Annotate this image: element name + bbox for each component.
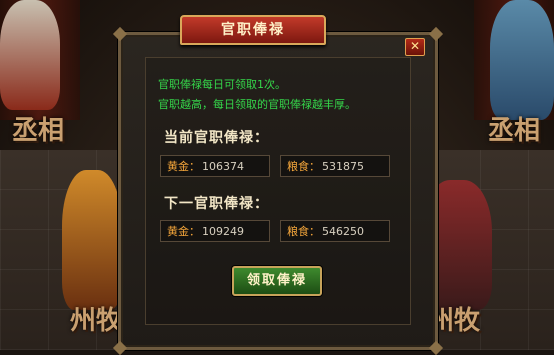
banner-left-text: 丞相	[12, 116, 65, 146]
banner-right-text: 丞相	[488, 116, 541, 146]
current-gold-field: 黄金： 106374	[160, 155, 270, 177]
next-salary-heading: 下一官职俸禄：	[164, 196, 269, 212]
grain-label: 粮食：	[287, 160, 320, 173]
next-grain-value: 546250	[322, 225, 364, 238]
claim-salary-button[interactable]: 领取俸禄	[232, 266, 322, 296]
current-grain-value: 531875	[322, 160, 364, 173]
next-grain-field: 粮食： 546250	[280, 220, 390, 242]
info-line-2: 官职越高，每日领取的官职俸禄越丰厚。	[158, 98, 356, 111]
current-grain-field: 粮食： 531875	[280, 155, 390, 177]
gold-label: 黄金：	[167, 160, 200, 173]
next-gold-field: 黄金： 109249	[160, 220, 270, 242]
right-character-figure	[490, 0, 554, 120]
close-icon[interactable]: ✕	[405, 38, 425, 56]
banner-bottom-left-text: 州牧	[70, 306, 123, 336]
grain-label: 粮食：	[287, 225, 320, 238]
left-character-figure	[0, 0, 60, 110]
next-gold-value: 109249	[202, 225, 244, 238]
bottom-left-character-figure	[62, 170, 122, 310]
gold-label: 黄金：	[167, 225, 200, 238]
dialog-title: 官职俸禄	[180, 15, 326, 45]
info-line-1: 官职俸禄每日可领取1次。	[158, 78, 286, 91]
current-salary-heading: 当前官职俸禄：	[164, 130, 269, 146]
current-gold-value: 106374	[202, 160, 244, 173]
